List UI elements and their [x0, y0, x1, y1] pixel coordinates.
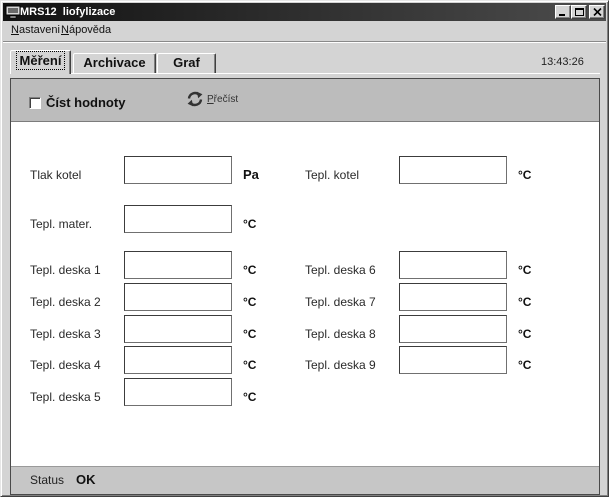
status-value: OK — [76, 472, 96, 487]
field-tepl-mater: Tepl. mater. °C — [30, 205, 270, 233]
field-tepl-deska-1: Tepl. deska 1 °C — [30, 251, 270, 279]
tepl-deska-9-input[interactable] — [399, 346, 507, 374]
field-label: Tepl. deska 7 — [305, 295, 376, 309]
field-label: Tepl. deska 4 — [30, 358, 101, 372]
refresh-icon[interactable] — [186, 91, 204, 107]
menu-napoveda[interactable]: Nápověda — [61, 21, 111, 39]
field-label: Tepl. deska 3 — [30, 327, 101, 341]
tepl-deska-8-input[interactable] — [399, 315, 507, 343]
field-label: Tepl. kotel — [305, 168, 360, 182]
tepl-deska-4-input[interactable] — [124, 346, 232, 374]
menu-bar: Nastaveni Nápověda — [3, 21, 606, 39]
close-button[interactable] — [589, 5, 605, 19]
tepl-mater-input[interactable] — [124, 205, 232, 233]
tepl-deska-5-input[interactable] — [124, 378, 232, 406]
tab-archivace[interactable]: Archivace — [73, 53, 156, 73]
app-window: MRS12 liofylizace Nastaveni Nápověda Měř… — [0, 0, 609, 497]
field-label: Tepl. deska 5 — [30, 390, 101, 404]
field-label: Tepl. mater. — [30, 217, 93, 231]
tepl-kotel-input[interactable] — [399, 156, 507, 184]
field-tepl-deska-8: Tepl. deska 8 °C — [305, 315, 545, 343]
tepl-deska-1-input[interactable] — [124, 251, 232, 279]
field-unit: °C — [518, 358, 532, 372]
status-label: Status — [30, 473, 65, 487]
tab-label: Graf — [173, 55, 200, 70]
field-unit: °C — [518, 168, 532, 182]
field-unit: Pa — [243, 167, 259, 182]
toolbar-band: Číst hodnoty Přečíst — [11, 79, 599, 122]
field-tepl-kotel: Tepl. kotel °C — [305, 156, 545, 184]
tab-label: Archivace — [83, 55, 146, 70]
field-unit: °C — [518, 295, 532, 309]
tab-label: Měření — [15, 51, 66, 70]
field-label: Tepl. deska 8 — [305, 327, 376, 341]
minimize-icon — [559, 14, 565, 16]
title-bar[interactable]: MRS12 liofylizace — [3, 3, 606, 21]
maximize-icon — [575, 8, 584, 16]
field-tepl-deska-3: Tepl. deska 3 °C — [30, 315, 270, 343]
tab-mereni[interactable]: Měření — [10, 50, 71, 74]
tab-graf[interactable]: Graf — [157, 53, 216, 73]
field-unit: °C — [518, 263, 532, 277]
field-tepl-deska-9: Tepl. deska 9 °C — [305, 346, 545, 374]
tepl-deska-6-input[interactable] — [399, 251, 507, 279]
read-values-label[interactable]: Číst hodnoty — [46, 96, 125, 110]
field-unit: °C — [243, 358, 257, 372]
field-unit: °C — [243, 327, 257, 341]
maximize-button[interactable] — [571, 5, 587, 19]
tlak-kotel-input[interactable] — [124, 156, 232, 184]
clock: 13:43:26 — [541, 56, 584, 68]
menu-separator — [3, 41, 606, 43]
field-label: Tepl. deska 1 — [30, 263, 101, 277]
field-unit: °C — [243, 390, 257, 404]
tepl-deska-2-input[interactable] — [124, 283, 232, 311]
tab-strip-edge — [10, 73, 600, 74]
measurement-panel: Číst hodnoty Přečíst Tlak kotel Pa Tepl.… — [10, 78, 600, 495]
field-label: Tepl. deska 9 — [305, 358, 376, 372]
field-unit: °C — [243, 263, 257, 277]
values-area: Tlak kotel Pa Tepl. mater. °C Tepl. desk… — [11, 122, 599, 466]
app-icon — [5, 5, 21, 19]
tepl-deska-7-input[interactable] — [399, 283, 507, 311]
reread-button[interactable]: Přečíst — [207, 94, 238, 106]
field-tepl-deska-5: Tepl. deska 5 °C — [30, 378, 270, 406]
field-tepl-deska-7: Tepl. deska 7 °C — [305, 283, 545, 311]
field-label: Tepl. deska 6 — [305, 263, 376, 277]
close-icon — [593, 8, 602, 16]
field-unit: °C — [243, 295, 257, 309]
field-label: Tlak kotel — [30, 168, 82, 182]
tepl-deska-3-input[interactable] — [124, 315, 232, 343]
field-tlak-kotel: Tlak kotel Pa — [30, 156, 270, 184]
field-tepl-deska-6: Tepl. deska 6 °C — [305, 251, 545, 279]
field-tepl-deska-4: Tepl. deska 4 °C — [30, 346, 270, 374]
status-bar: Status OK — [11, 466, 599, 494]
field-tepl-deska-2: Tepl. deska 2 °C — [30, 283, 270, 311]
field-label: Tepl. deska 2 — [30, 295, 101, 309]
window-title: MRS12 liofylizace — [20, 6, 116, 18]
read-values-checkbox[interactable] — [29, 97, 41, 109]
menu-nastaveni[interactable]: Nastaveni — [11, 21, 60, 39]
field-unit: °C — [518, 327, 532, 341]
minimize-button[interactable] — [555, 5, 571, 19]
field-unit: °C — [243, 217, 257, 231]
